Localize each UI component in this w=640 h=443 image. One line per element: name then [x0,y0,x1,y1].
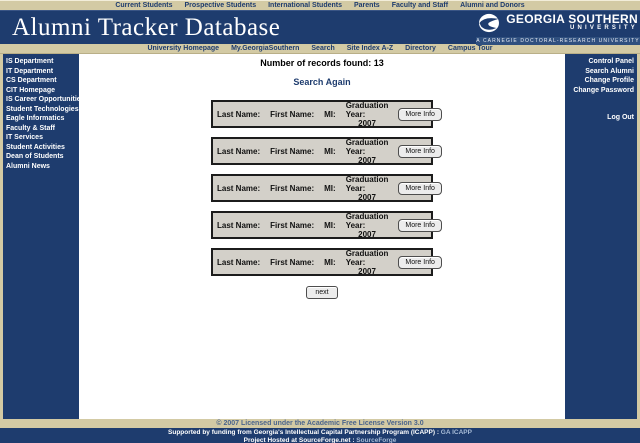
last-name-label: Last Name: [217,146,261,156]
top-nav-link[interactable]: Parents [354,2,380,9]
icapp-link[interactable]: GA ICAPP [441,429,472,436]
graduation-year-label: Graduation Year: [345,211,389,230]
right-sidebar-link[interactable]: Change Profile [565,76,637,86]
mi-label: MI: [324,183,336,193]
logout-spacer [565,95,637,113]
graduation-year-label: Graduation Year: [345,174,389,193]
mi-label: MI: [324,220,336,230]
first-name-label: First Name: [270,220,315,230]
footer-icapp-line: Supported by funding from Georgia's Inte… [0,429,640,437]
graduation-year-group: Graduation Year: 2007 [346,212,389,239]
secondary-nav-link[interactable]: Campus Tour [448,45,493,52]
top-nav-link[interactable]: Alumni and Donors [460,2,525,9]
record-row: Last Name: First Name: MI: Graduation Ye… [211,211,442,239]
mi-label: MI: [324,109,336,119]
more-info-button[interactable]: More Info [398,107,442,121]
more-info-button[interactable]: More Info [398,181,442,195]
mi-label: MI: [324,257,336,267]
footer: Supported by funding from Georgia's Inte… [0,428,640,443]
records-list: Last Name: First Name: MI: Graduation Ye… [211,100,442,276]
first-name-label: First Name: [270,183,315,193]
graduation-year-group: Graduation Year: 2007 [346,249,389,276]
right-sidebar-link[interactable]: Search Alumni [565,67,637,77]
results-content: Number of records found: 13 Search Again… [79,54,565,419]
footer-sourceforge-line: Project Hosted at SourceForge.net : Sour… [0,437,640,443]
left-sidebar-link[interactable]: CIT Homepage [3,86,79,96]
first-name-label: First Name: [270,146,315,156]
eagle-icon [479,13,499,33]
record-row: Last Name: First Name: MI: Graduation Ye… [211,100,442,128]
page: Current Students Prospective Students In… [0,0,640,443]
license-text: © 2007 Licensed under the Academic Free … [0,419,640,428]
logo-text: GEORGIA SOUTHERN UNIVERSITY [502,13,638,32]
secondary-nav-link[interactable]: University Homepage [147,45,219,52]
last-name-label: Last Name: [217,109,261,119]
secondary-nav-link[interactable]: Site Index A-Z [347,45,393,52]
last-name-label: Last Name: [217,183,261,193]
graduation-year-group: Graduation Year: 2007 [346,138,389,165]
first-name-label: First Name: [270,109,315,119]
icapp-text: Supported by funding from Georgia's Inte… [168,429,441,436]
more-info-button[interactable]: More Info [398,218,442,232]
graduation-year-label: Graduation Year: [345,100,389,119]
next-page-button[interactable]: next [306,286,338,299]
graduation-year-label: Graduation Year: [345,137,389,156]
top-nav-link[interactable]: Faculty and Staff [392,2,448,9]
logo-tagline: A CARNEGIE DOCTORAL-RESEARCH UNIVERSITY [476,37,640,45]
graduation-year-label: Graduation Year: [345,248,389,267]
records-found-count: Number of records found: 13 [260,58,384,68]
more-info-button[interactable]: More Info [398,144,442,158]
left-sidebar-link[interactable]: Dean of Students [3,152,79,162]
top-nav-link[interactable]: Prospective Students [185,2,257,9]
graduation-year-group: Graduation Year: 2007 [346,101,389,128]
secondary-nav-link[interactable]: Search [311,45,334,52]
left-sidebar-link[interactable]: IT Department [3,67,79,77]
right-sidebar-links: Control Panel Search Alumni Change Profi… [565,57,637,95]
mi-label: MI: [324,146,336,156]
record-row: Last Name: First Name: MI: Graduation Ye… [211,137,442,165]
left-sidebar-link[interactable]: IT Services [3,133,79,143]
sourceforge-text: Project Hosted at SourceForge.net : [243,436,357,443]
secondary-nav-bar: University Homepage My.GeorgiaSouthern S… [0,44,640,54]
top-nav-link[interactable]: Current Students [115,2,172,9]
header: Alumni Tracker Database GEORGIA SOUTHERN… [0,10,640,45]
graduation-year-value: 2007 [358,155,376,165]
first-name-label: First Name: [270,257,315,267]
graduation-year-value: 2007 [358,266,376,276]
university-logo: GEORGIA SOUTHERN UNIVERSITY A CARNEGIE D… [476,11,640,45]
right-sidebar: Control Panel Search Alumni Change Profi… [565,54,637,419]
logo-university-label: UNIVERSITY [569,25,638,31]
secondary-nav-link[interactable]: My.GeorgiaSouthern [231,45,299,52]
more-info-button[interactable]: More Info [398,255,442,269]
graduation-year-group: Graduation Year: 2007 [346,175,389,202]
top-nav-link[interactable]: International Students [268,2,342,9]
right-sidebar-link[interactable]: Control Panel [565,57,637,67]
left-sidebar-link[interactable]: IS Department [3,57,79,67]
left-sidebar-link[interactable]: Faculty & Staff [3,124,79,134]
left-sidebar-link[interactable]: Alumni News [3,162,79,172]
page-title: Alumni Tracker Database [12,13,281,41]
last-name-label: Last Name: [217,257,261,267]
secondary-nav-link[interactable]: Directory [405,45,436,52]
top-utility-bar: Current Students Prospective Students In… [0,0,640,10]
left-sidebar-link[interactable]: IS Career Opportunities [3,95,85,105]
left-sidebar-link[interactable]: Student Activities [3,143,79,153]
left-sidebar: IS Department IT Department CS Departmen… [3,54,85,419]
record-row: Last Name: First Name: MI: Graduation Ye… [211,174,442,202]
left-sidebar-link[interactable]: CS Department [3,76,79,86]
graduation-year-value: 2007 [358,192,376,202]
right-sidebar-link[interactable]: Change Password [565,86,637,96]
record-row: Last Name: First Name: MI: Graduation Ye… [211,248,442,276]
sourceforge-link[interactable]: SourceForge [356,437,396,443]
graduation-year-value: 2007 [358,229,376,239]
last-name-label: Last Name: [217,220,261,230]
left-sidebar-link[interactable]: Student Technologies [3,105,79,115]
logo-name: GEORGIA SOUTHERN [506,12,638,26]
left-sidebar-link[interactable]: Eagle Informatics [3,114,79,124]
graduation-year-value: 2007 [358,118,376,128]
log-out-link[interactable]: Log Out [565,113,637,123]
search-again-link[interactable]: Search Again [293,77,350,87]
main-area: IS Department IT Department CS Departmen… [0,54,640,419]
